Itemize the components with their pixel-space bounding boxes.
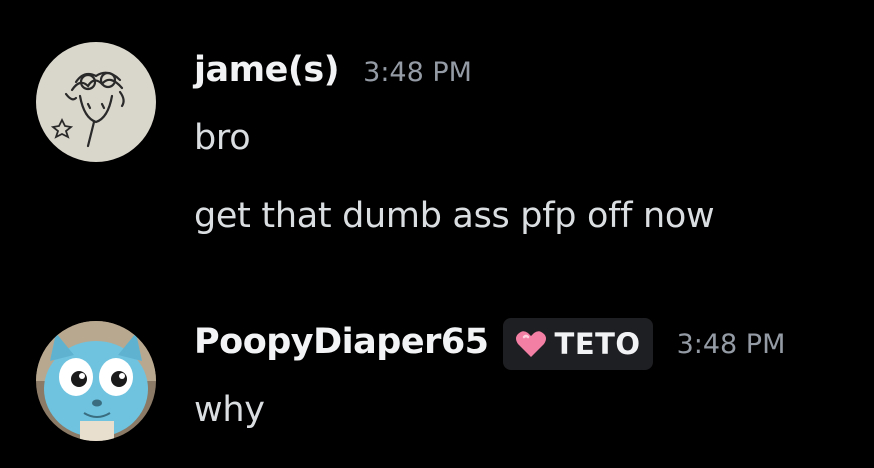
tag-label: TETO — [554, 327, 641, 361]
timestamp[interactable]: 3:48 PM — [363, 57, 472, 88]
sketch-avatar-icon — [36, 42, 156, 162]
timestamp[interactable]: 3:48 PM — [677, 329, 786, 360]
guild-tag-badge[interactable]: TETO — [502, 318, 653, 370]
message-header: jame(s) 3:48 PM — [194, 50, 472, 90]
message-text: why — [194, 390, 265, 430]
username[interactable]: PoopyDiaper65 — [194, 322, 489, 362]
username[interactable]: jame(s) — [194, 50, 340, 90]
avatar[interactable] — [36, 42, 156, 162]
chat-message: jame(s) 3:48 PM bro get that dumb ass pf… — [0, 0, 874, 270]
message-text: get that dumb ass pfp off now — [194, 196, 715, 236]
chat-message: PoopyDiaper65 TETO 3:48 PM why — [0, 300, 874, 468]
blue-cat-avatar-icon — [36, 321, 156, 441]
message-text: bro — [194, 118, 251, 158]
pink-heart-icon — [515, 331, 546, 357]
avatar[interactable] — [36, 321, 156, 441]
message-header: PoopyDiaper65 TETO 3:48 PM — [194, 318, 786, 374]
